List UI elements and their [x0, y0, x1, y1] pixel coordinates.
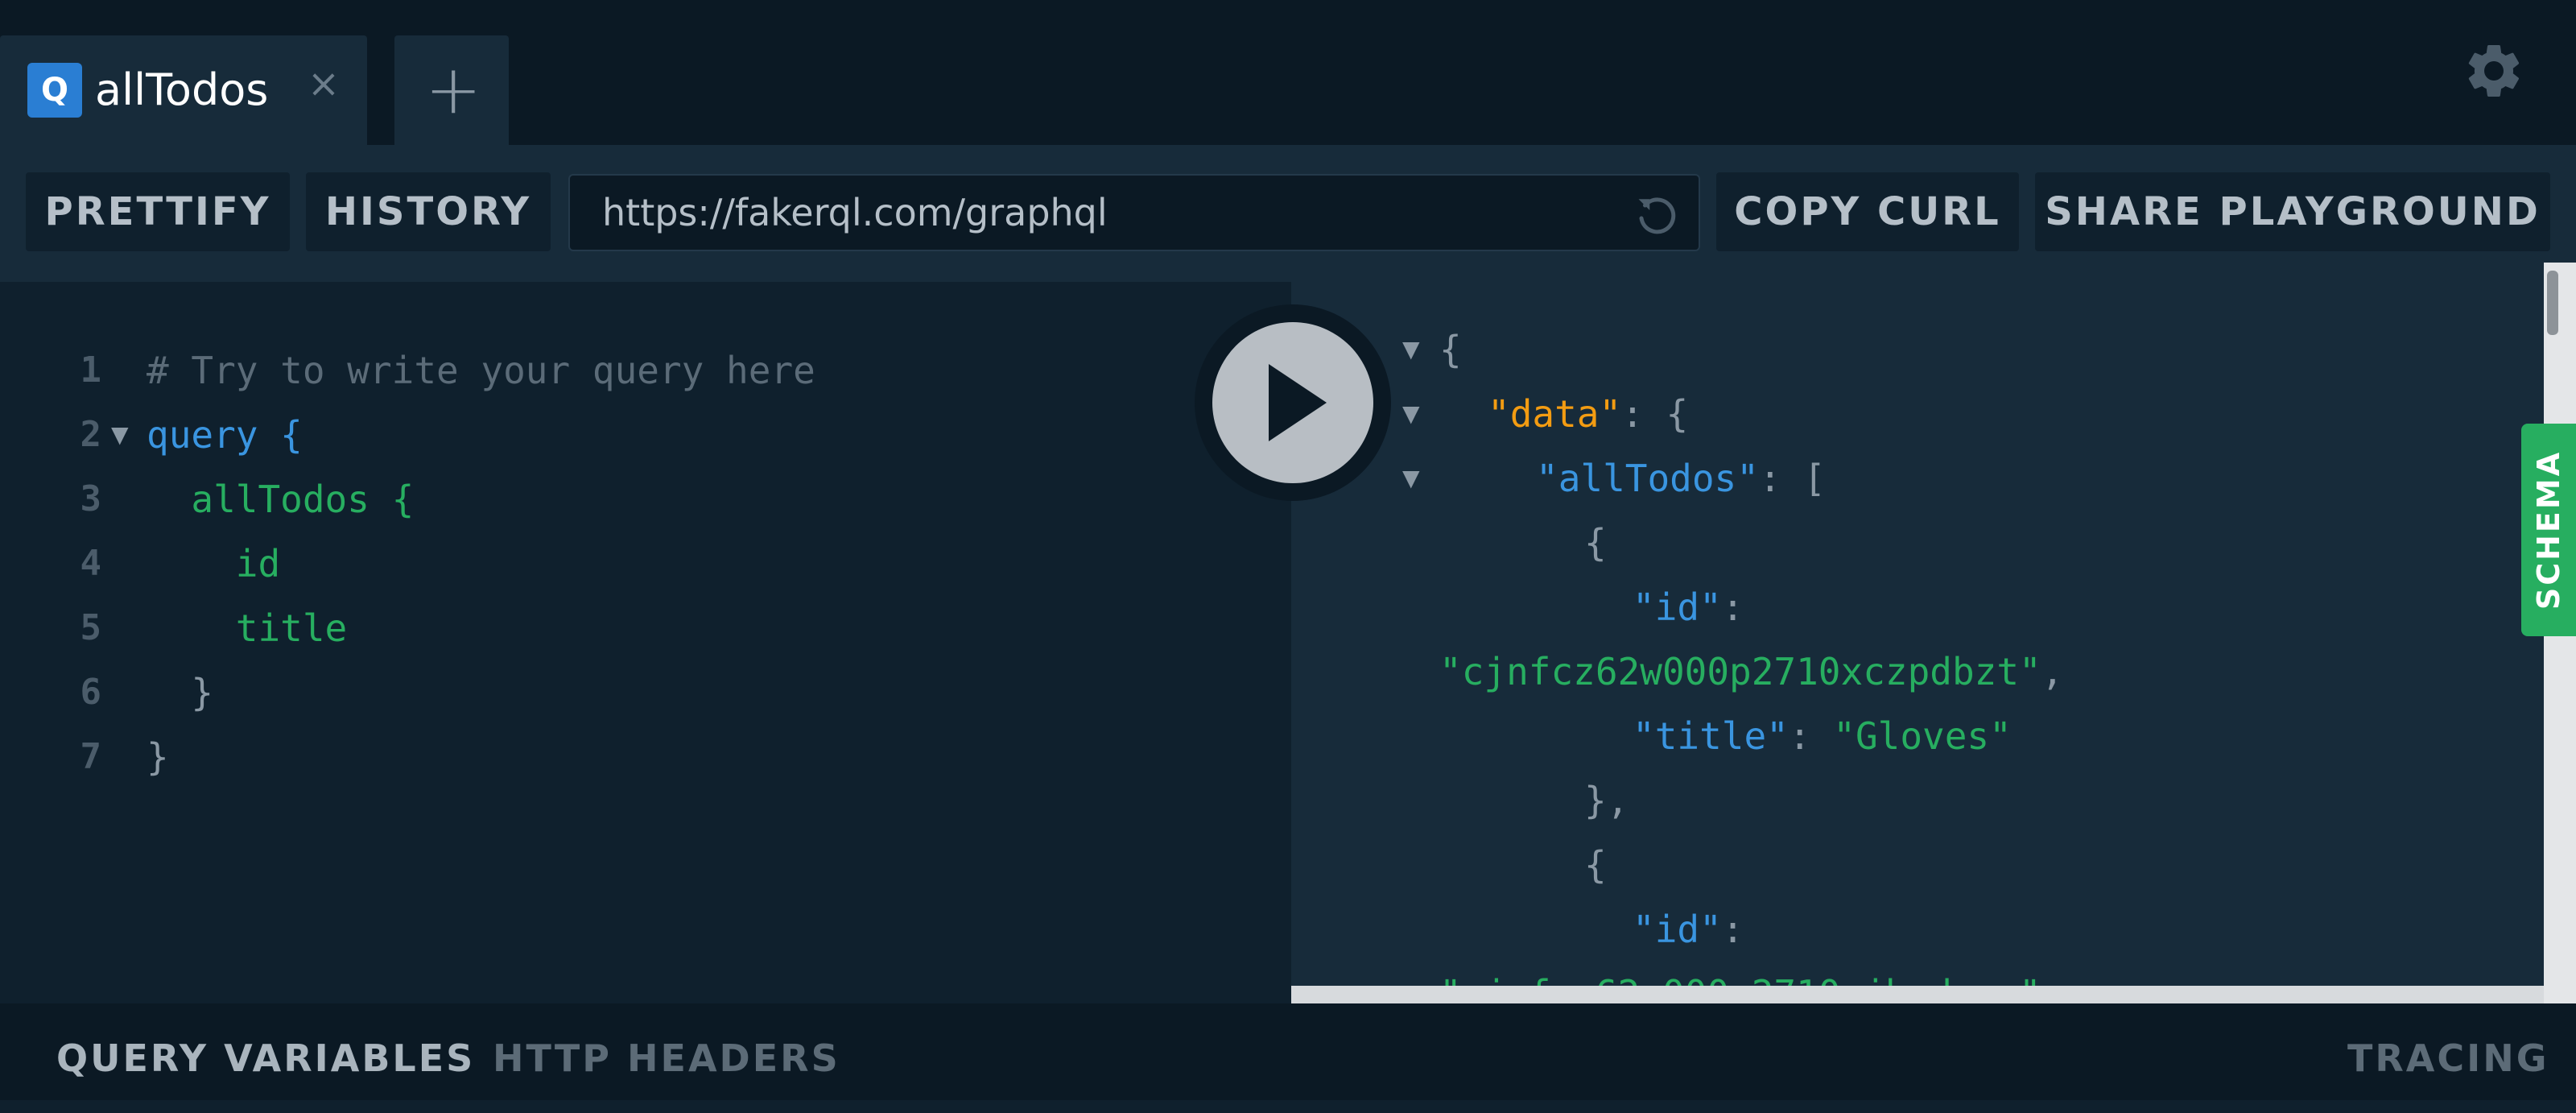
code-line-close-outer: }	[147, 735, 169, 779]
reload-icon[interactable]	[1633, 190, 1681, 238]
line-number: 5	[80, 607, 102, 648]
json-value-id-partial: "cjnfcz62w000q2710ujbvdvox"	[1439, 962, 2041, 986]
schema-label: SCHEMA	[2531, 449, 2566, 610]
json-key-data: "data"	[1488, 392, 1622, 436]
json-brace: },	[1584, 779, 1629, 822]
fold-toggle-icon[interactable]: ▼	[1402, 382, 1420, 446]
json-key-id: "id"	[1633, 908, 1722, 951]
line-number: 3	[80, 478, 102, 519]
code-comment: # Try to write your query here	[147, 349, 815, 392]
schema-tab[interactable]: SCHEMA	[2521, 424, 2576, 636]
json-line-id: "id":	[1633, 575, 1744, 639]
plus-icon: +	[425, 50, 482, 129]
query-variables-tab[interactable]: QUERY VARIABLES	[56, 1003, 475, 1113]
json-punct: : [	[1758, 457, 1827, 500]
new-tab-button[interactable]: +	[394, 35, 509, 145]
prettify-button[interactable]: PRETTIFY	[26, 172, 290, 251]
line-number: 2	[80, 414, 102, 455]
json-key-title: "title"	[1633, 714, 1789, 758]
json-punct: :	[1721, 908, 1744, 951]
json-line-alltodos: "allTodos": [	[1536, 446, 1826, 511]
json-brace: {	[1439, 328, 1462, 371]
endpoint-url-text: https://fakerql.com/graphql	[602, 191, 1108, 234]
horizontal-scrollbar[interactable]	[1291, 986, 2544, 1003]
json-line-id-value: "cjnfcz62w000p2710xczpdbzt",	[1439, 639, 2063, 704]
bottom-panel-bar: QUERY VARIABLES HTTP HEADERS TRACING	[0, 1003, 2576, 1100]
json-punct: :	[1721, 585, 1744, 629]
tab-alltodos[interactable]: Q allTodos ×	[0, 35, 367, 145]
run-query-button[interactable]	[1212, 322, 1373, 483]
http-headers-tab[interactable]: HTTP HEADERS	[493, 1003, 840, 1113]
tab-title: allTodos	[95, 64, 269, 115]
json-line-data: "data": {	[1488, 382, 1688, 446]
code-line-query: query {	[147, 413, 303, 457]
result-viewer[interactable]: ▼ ▼ ▼ { "data": { "allTodos": [ { "id" : …	[1291, 282, 2544, 986]
copy-curl-button[interactable]: COPY CURL	[1716, 172, 2019, 251]
fold-toggle-icon[interactable]: ▼	[1402, 317, 1420, 382]
code-line-title: title	[147, 606, 348, 650]
json-punct: ,	[2041, 650, 2064, 693]
tracing-tab[interactable]: TRACING	[2347, 1003, 2549, 1113]
fold-toggle-icon[interactable]: ▼	[111, 403, 129, 467]
code-line-close-inner: }	[147, 671, 214, 714]
line-number: 4	[80, 543, 102, 584]
json-punct: :	[1788, 714, 1834, 758]
json-brace: {	[1584, 521, 1607, 565]
history-button[interactable]: HISTORY	[306, 172, 551, 251]
query-editor[interactable]: 1 2 3 4 5 6 7 ▼ # Try to write your quer…	[0, 282, 1291, 1003]
close-icon[interactable]: ×	[303, 63, 345, 105]
json-key-id: "id"	[1633, 585, 1722, 629]
toolbar: PRETTIFY HISTORY https://fakerql.com/gra…	[0, 145, 2576, 282]
json-punct: : {	[1621, 392, 1689, 436]
endpoint-url-input[interactable]: https://fakerql.com/graphql	[568, 174, 1700, 251]
line-number: 6	[80, 672, 102, 713]
json-brace: {	[1584, 843, 1607, 887]
json-key-alltodos: "allTodos"	[1536, 457, 1759, 500]
line-number: 7	[80, 736, 102, 777]
code-line-alltodos: allTodos {	[147, 478, 415, 521]
play-icon	[1269, 364, 1327, 441]
json-value-id: "cjnfcz62w000p2710xczpdbzt"	[1439, 650, 2041, 693]
query-badge-icon: Q	[27, 63, 82, 118]
scrollbar-thumb[interactable]	[2547, 271, 2558, 335]
code-line-id: id	[147, 542, 281, 585]
line-number: 1	[80, 350, 102, 391]
json-value-title: "Gloves"	[1833, 714, 2012, 758]
run-button-ring	[1195, 304, 1391, 501]
share-playground-button[interactable]: SHARE PLAYGROUND	[2035, 172, 2550, 251]
gear-icon[interactable]	[2462, 39, 2526, 103]
json-line-id: "id":	[1633, 897, 1744, 962]
fold-toggle-icon[interactable]: ▼	[1402, 446, 1420, 511]
json-line-title: "title": "Gloves"	[1633, 704, 2012, 768]
tab-bar: Q allTodos × +	[0, 0, 2576, 145]
